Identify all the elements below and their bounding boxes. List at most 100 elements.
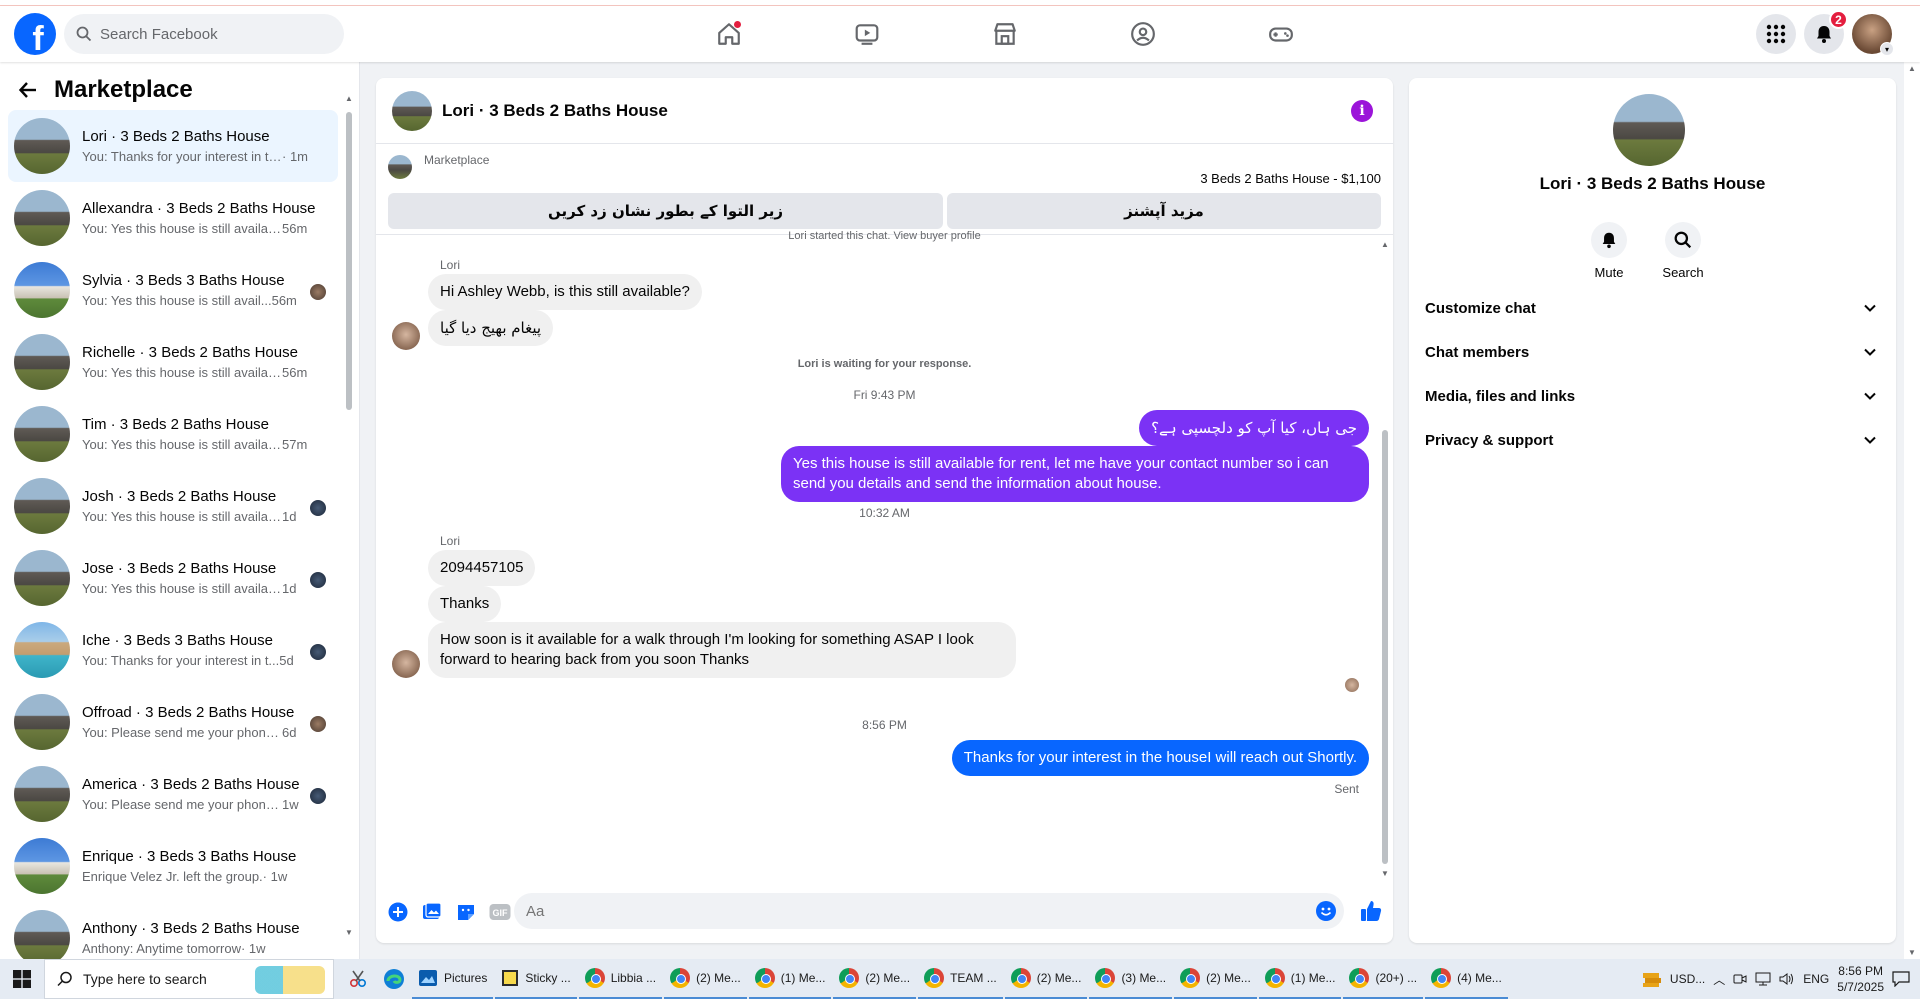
nav-groups[interactable] [1074,14,1212,54]
currency-widget-icon[interactable] [1642,970,1662,988]
mute-action[interactable]: Mute [1589,222,1629,280]
conversation-item[interactable]: Offroad · 3 Beds 2 Baths House You: Plea… [8,686,338,758]
clock[interactable]: 8:56 PM 5/7/2025 [1837,963,1884,995]
scroll-down-arrow-icon[interactable]: ▼ [345,928,353,937]
chat-avatar[interactable] [392,90,432,131]
taskbar-task[interactable]: Pictures [412,959,494,999]
start-button[interactable] [0,959,44,999]
conversation-item[interactable]: Allexandra · 3 Beds 2 Baths House You: Y… [8,182,338,254]
outgoing-message[interactable]: جی ہاں، کیا آپ کو دلچسپی ہے؟ [1139,410,1369,446]
facebook-logo-icon[interactable]: f [14,13,56,55]
message-input-box[interactable] [514,893,1344,929]
chat-scroll-thumb[interactable] [1382,430,1388,864]
incoming-message[interactable]: 2094457105 [428,550,536,586]
video-icon [854,21,880,47]
taskbar-task[interactable]: (4) Me... [1425,959,1508,999]
taskbar-task[interactable]: (2) Me... [833,959,917,999]
search-in-chat-button[interactable] [1665,222,1701,258]
outgoing-message[interactable]: Yes this house is still available for re… [781,446,1369,502]
conversation-item[interactable]: America · 3 Beds 2 Baths House You: Plea… [8,758,338,830]
taskbar-task[interactable]: (3) Me... [1089,959,1173,999]
conversation-item[interactable]: Tim · 3 Beds 2 Baths House You: Yes this… [8,398,338,470]
sender-avatar[interactable] [392,322,420,350]
sidebar-scroll-thumb[interactable] [346,112,352,410]
taskbar-task[interactable]: (1) Me... [748,959,832,999]
mute-button[interactable] [1591,222,1627,258]
plus-icon[interactable] [386,900,410,924]
search-facebook-input[interactable] [100,25,320,43]
sidebar-scrollbar[interactable]: ▲ ▼ [345,94,353,937]
edge-button[interactable] [376,959,412,999]
meet-icon[interactable] [1733,972,1747,986]
nav-video[interactable] [798,14,936,54]
search-action[interactable]: Search [1662,222,1704,280]
scroll-up-arrow-icon[interactable]: ▲ [345,94,353,103]
taskbar-task[interactable]: (20+) ... [1343,959,1424,999]
taskbar-task[interactable]: (2) Me... [1174,959,1257,999]
taskbar-task[interactable]: Sticky ... [495,959,577,999]
conversation-item[interactable]: Lori · 3 Beds 2 Baths House You: Thanks … [8,110,338,182]
conversation-item[interactable]: Richelle · 3 Beds 2 Baths House You: Yes… [8,326,338,398]
listing-thumbnail[interactable] [388,155,412,179]
menu-button[interactable] [1756,14,1796,54]
taskbar-task[interactable]: Libbia ... [578,959,663,999]
search-highlight-illustration [255,966,325,994]
taskbar-task[interactable]: (1) Me... [1258,959,1342,999]
emoji-icon[interactable] [1316,901,1336,921]
conversation-item[interactable]: Sylvia · 3 Beds 3 Baths House You: Yes t… [8,254,338,326]
taskbar-search[interactable] [44,959,334,999]
listing-title-price[interactable]: 3 Beds 2 Baths House - $1,100 [1200,171,1381,186]
conversation-item[interactable]: Josh · 3 Beds 2 Baths House You: Yes thi… [8,470,338,542]
taskbar-task[interactable]: (2) Me... [1004,959,1088,999]
scroll-up-arrow-icon[interactable]: ▲ [1381,240,1389,249]
info-avatar[interactable] [1613,94,1685,166]
notifications-button[interactable]: 2 [1804,10,1848,54]
nav-home[interactable] [660,14,798,54]
info-icon[interactable]: i [1351,100,1373,122]
nav-gaming[interactable] [1212,14,1350,54]
taskbar-search-input[interactable] [83,971,243,987]
conversation-item[interactable]: Enrique · 3 Beds 3 Baths House Enrique V… [8,830,338,902]
gif-icon[interactable]: GIF [488,900,512,924]
customize-chat-row[interactable]: Customize chat [1417,286,1887,330]
scroll-up-arrow-icon[interactable]: ▲ [1908,64,1916,73]
conversation-item[interactable]: Iche · 3 Beds 3 Baths House You: Thanks … [8,614,338,686]
media-files-links-row[interactable]: Media, files and links [1417,374,1887,418]
listing-avatar [14,766,70,822]
notification-center-icon[interactable] [1892,971,1910,987]
more-options-button[interactable]: مزید آپشنز [947,193,1381,229]
chat-scrollbar[interactable]: ▲ ▼ [1381,240,1389,878]
page-scrollbar[interactable]: ▲ ▼ [1904,62,1920,959]
incoming-message[interactable]: How soon is it available for a walk thro… [428,622,1016,678]
marketplace-icon [992,21,1018,47]
outgoing-message[interactable]: Thanks for your interest in the houseI w… [951,740,1369,776]
network-icon[interactable] [1755,972,1771,986]
scroll-down-arrow-icon[interactable]: ▼ [1381,869,1389,878]
mark-pending-button[interactable]: زیر التوا کے بطور نشان زد کریں [388,193,943,229]
scroll-down-arrow-icon[interactable]: ▼ [1908,948,1916,957]
currency-widget-label[interactable]: USD... [1670,972,1705,986]
search-box[interactable] [64,14,344,54]
conversation-item[interactable]: Jose · 3 Beds 2 Baths House You: Yes thi… [8,542,338,614]
volume-icon[interactable] [1779,972,1795,986]
back-arrow-icon[interactable] [18,80,38,100]
sender-avatar[interactable] [392,650,420,678]
snipping-tool-button[interactable] [340,959,376,999]
privacy-support-row[interactable]: Privacy & support [1417,418,1887,462]
nav-marketplace[interactable] [936,14,1074,54]
photo-icon[interactable] [420,900,444,924]
incoming-message[interactable]: Hi Ashley Webb, is this still available? [428,274,702,310]
incoming-message[interactable]: پیغام بھیج دیا گیا [428,310,554,346]
incoming-message[interactable]: Thanks [428,586,502,622]
taskbar-task[interactable]: (2) Me... [664,959,747,999]
sticker-icon[interactable] [454,900,478,924]
message-input[interactable] [526,902,1306,920]
profile-avatar[interactable]: ▾ [1852,14,1894,56]
thumbs-up-icon[interactable] [1359,899,1383,928]
chat-title[interactable]: Lori · 3 Beds 2 Baths House [442,101,668,121]
chat-members-row[interactable]: Chat members [1417,330,1887,374]
taskbar-task[interactable]: TEAM ... [918,959,1003,999]
language-indicator[interactable]: ENG [1803,972,1829,986]
bell-icon [1814,24,1834,44]
chevron-up-icon[interactable]: ︿ [1713,971,1725,988]
